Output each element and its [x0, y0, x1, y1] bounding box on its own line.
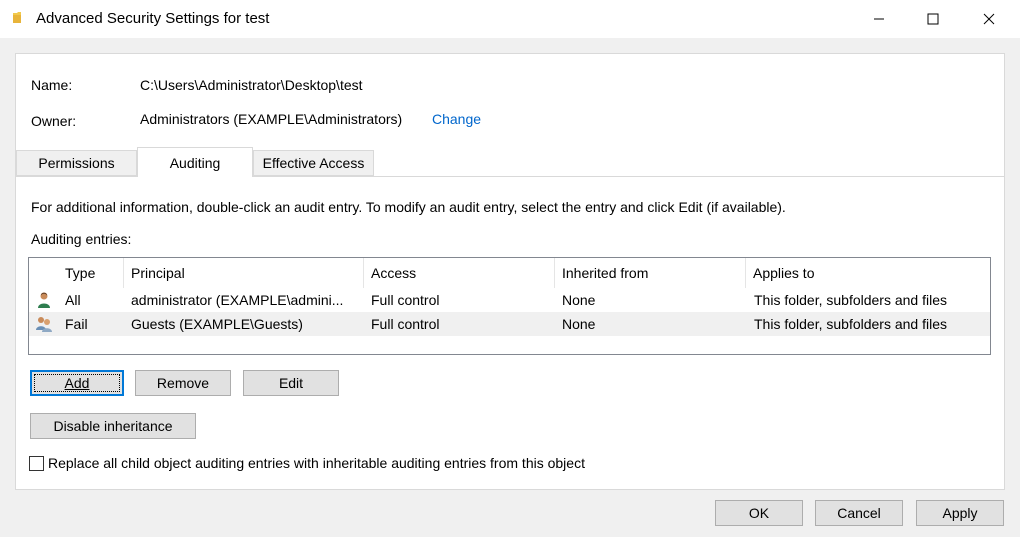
maximize-button[interactable]	[910, 0, 956, 38]
table-row[interactable]: All administrator (EXAMPLE\admini... Ful…	[29, 288, 990, 312]
column-header-principal[interactable]: Principal	[123, 258, 363, 288]
cell-type: All	[65, 292, 81, 308]
button-label: Cancel	[837, 505, 881, 521]
button-label: Disable inheritance	[53, 418, 173, 434]
main-panel: Name: C:\Users\Administrator\Desktop\tes…	[15, 53, 1005, 490]
tab-label: Auditing	[169, 154, 221, 171]
close-icon	[983, 13, 995, 25]
button-label: Apply	[942, 505, 978, 521]
column-header-label: Access	[371, 265, 417, 281]
column-header-inherited-from[interactable]: Inherited from	[554, 258, 745, 288]
column-header-applies-to[interactable]: Applies to	[745, 258, 989, 288]
tab-label: Effective Access	[262, 155, 365, 171]
user-icon	[38, 292, 50, 308]
owner-label: Owner:	[31, 113, 77, 129]
title-bar: Advanced Security Settings for test	[0, 0, 1020, 38]
cell-applies-to: This folder, subfolders and files	[754, 292, 947, 308]
column-header-label: Applies to	[753, 265, 815, 281]
ok-button[interactable]: OK	[715, 500, 803, 526]
button-label: Add	[64, 375, 90, 391]
minimize-icon	[874, 18, 884, 20]
instructions-text: For additional information, double-click…	[31, 199, 786, 215]
replace-child-entries-label[interactable]: Replace all child object auditing entrie…	[48, 455, 585, 471]
change-owner-link[interactable]: Change	[432, 111, 481, 127]
cell-access: Full control	[371, 292, 440, 308]
minimize-button[interactable]	[856, 0, 902, 38]
remove-button[interactable]: Remove	[135, 370, 231, 396]
window-title: Advanced Security Settings for test	[36, 10, 270, 27]
name-label: Name:	[31, 77, 73, 93]
folder-icon	[13, 12, 21, 23]
owner-value: Administrators (EXAMPLE\Administrators)	[140, 111, 403, 127]
name-value: C:\Users\Administrator\Desktop\test	[140, 77, 363, 93]
tab-auditing[interactable]: Auditing	[137, 147, 253, 177]
cell-applies-to: This folder, subfolders and files	[754, 316, 947, 332]
maximize-icon	[927, 13, 939, 25]
cell-inherited-from: None	[562, 292, 596, 308]
cell-inherited-from: None	[562, 316, 596, 332]
tab-permissions[interactable]: Permissions	[16, 150, 137, 176]
column-header-label: Type	[65, 265, 96, 281]
replace-child-entries-checkbox[interactable]	[29, 456, 44, 471]
tab-effective-access[interactable]: Effective Access	[253, 150, 374, 176]
column-header-access[interactable]: Access	[363, 258, 554, 288]
close-button[interactable]	[966, 0, 1012, 38]
tab-label: Permissions	[38, 155, 115, 171]
column-header-label: Principal	[131, 265, 185, 281]
auditing-entries-list[interactable]: Type Principal Access Inherited from App…	[28, 257, 991, 355]
button-label: OK	[748, 505, 770, 521]
button-label: Remove	[156, 375, 210, 391]
button-label: Edit	[278, 375, 304, 391]
group-icon	[36, 317, 52, 332]
edit-button[interactable]: Edit	[243, 370, 339, 396]
cell-access: Full control	[371, 316, 440, 332]
cell-principal: administrator (EXAMPLE\admini...	[131, 292, 344, 308]
apply-button[interactable]: Apply	[916, 500, 1004, 526]
cell-type: Fail	[65, 316, 88, 332]
cell-principal: Guests (EXAMPLE\Guests)	[131, 316, 303, 332]
cancel-button[interactable]: Cancel	[815, 500, 903, 526]
disable-inheritance-button[interactable]: Disable inheritance	[30, 413, 196, 439]
add-button[interactable]: Add	[30, 370, 124, 396]
column-header-label: Inherited from	[562, 265, 649, 281]
auditing-entries-label: Auditing entries:	[31, 231, 132, 247]
table-row[interactable]: Fail Guests (EXAMPLE\Guests) Full contro…	[29, 312, 990, 336]
